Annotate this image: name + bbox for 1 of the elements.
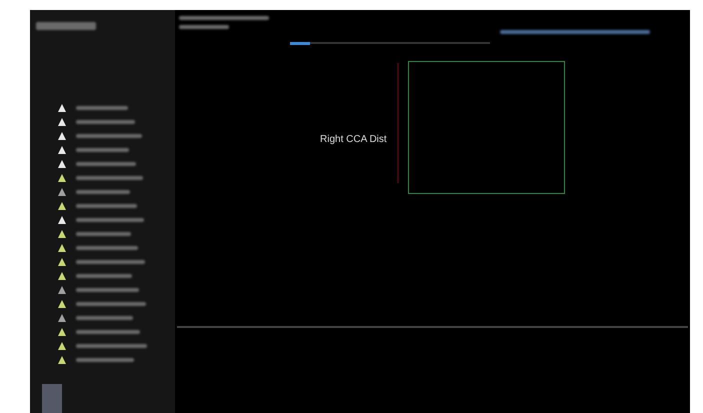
measurement-label: Right CCA Dist xyxy=(320,134,387,145)
